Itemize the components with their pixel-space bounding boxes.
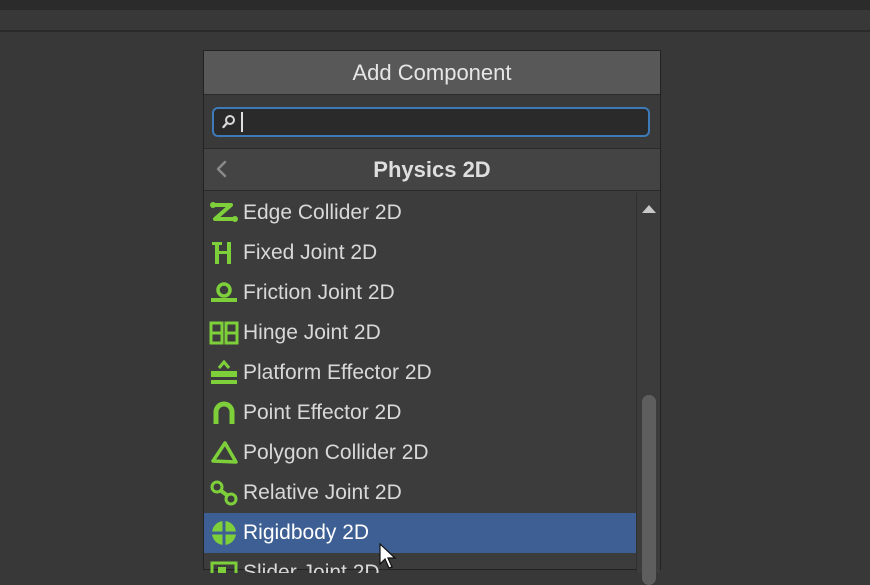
chevron-left-icon[interactable] bbox=[212, 156, 232, 182]
platform-effector-icon bbox=[209, 358, 239, 388]
category-header: Physics 2D bbox=[204, 149, 660, 191]
hinge-joint-icon bbox=[209, 318, 239, 348]
list-item-label: Slider Joint 2D bbox=[243, 561, 380, 573]
search-field[interactable] bbox=[212, 107, 650, 137]
polygon-collider-icon bbox=[209, 438, 239, 468]
relative-joint-icon bbox=[209, 478, 239, 508]
point-effector-icon bbox=[209, 398, 239, 428]
list-item-slider-joint[interactable]: Slider Joint 2D bbox=[204, 553, 636, 573]
list-item-point-effector[interactable]: Point Effector 2D bbox=[204, 393, 636, 433]
add-component-button[interactable]: Add Component bbox=[204, 51, 660, 95]
list-item-polygon-collider[interactable]: Polygon Collider 2D bbox=[204, 433, 636, 473]
add-component-label: Add Component bbox=[352, 59, 512, 85]
list-item-label: Hinge Joint 2D bbox=[243, 321, 381, 344]
list-scrollbar[interactable] bbox=[636, 193, 660, 585]
inspector-divider bbox=[0, 30, 870, 32]
fixed-joint-icon bbox=[209, 238, 239, 268]
component-list: Edge Collider 2D Fixed Joint 2D Friction… bbox=[204, 193, 636, 573]
list-item-label: Platform Effector 2D bbox=[243, 361, 432, 384]
list-item-rigidbody[interactable]: Rigidbody 2D bbox=[204, 513, 636, 553]
rigidbody-icon bbox=[209, 518, 239, 548]
search-bar bbox=[204, 95, 660, 149]
list-item-label: Polygon Collider 2D bbox=[243, 441, 429, 464]
list-item-hinge-joint[interactable]: Hinge Joint 2D bbox=[204, 313, 636, 353]
slider-joint-icon bbox=[209, 558, 239, 573]
add-component-panel: Add Component Physics 2D Edge Collider 2… bbox=[203, 50, 661, 585]
list-item-edge-collider[interactable]: Edge Collider 2D bbox=[204, 193, 636, 233]
top-toolbar-strip bbox=[0, 0, 870, 10]
search-icon bbox=[222, 115, 235, 129]
category-title: Physics 2D bbox=[373, 156, 491, 182]
mouse-pointer-icon bbox=[379, 543, 397, 569]
friction-joint-icon bbox=[209, 278, 239, 308]
list-item-friction-joint[interactable]: Friction Joint 2D bbox=[204, 273, 636, 313]
scroll-up-arrow-icon[interactable] bbox=[642, 205, 656, 213]
search-input[interactable] bbox=[244, 111, 648, 135]
list-item-fixed-joint[interactable]: Fixed Joint 2D bbox=[204, 233, 636, 273]
list-item-label: Edge Collider 2D bbox=[243, 201, 402, 224]
list-item-label: Point Effector 2D bbox=[243, 401, 402, 424]
list-item-relative-joint[interactable]: Relative Joint 2D bbox=[204, 473, 636, 513]
edge-collider-icon bbox=[209, 198, 239, 228]
scroll-thumb[interactable] bbox=[642, 395, 656, 585]
list-item-label: Rigidbody 2D bbox=[243, 521, 370, 544]
list-item-platform-effector[interactable]: Platform Effector 2D bbox=[204, 353, 636, 393]
list-item-label: Friction Joint 2D bbox=[243, 281, 395, 304]
list-item-label: Fixed Joint 2D bbox=[243, 241, 378, 264]
text-caret bbox=[241, 112, 243, 132]
list-item-label: Relative Joint 2D bbox=[243, 481, 402, 504]
